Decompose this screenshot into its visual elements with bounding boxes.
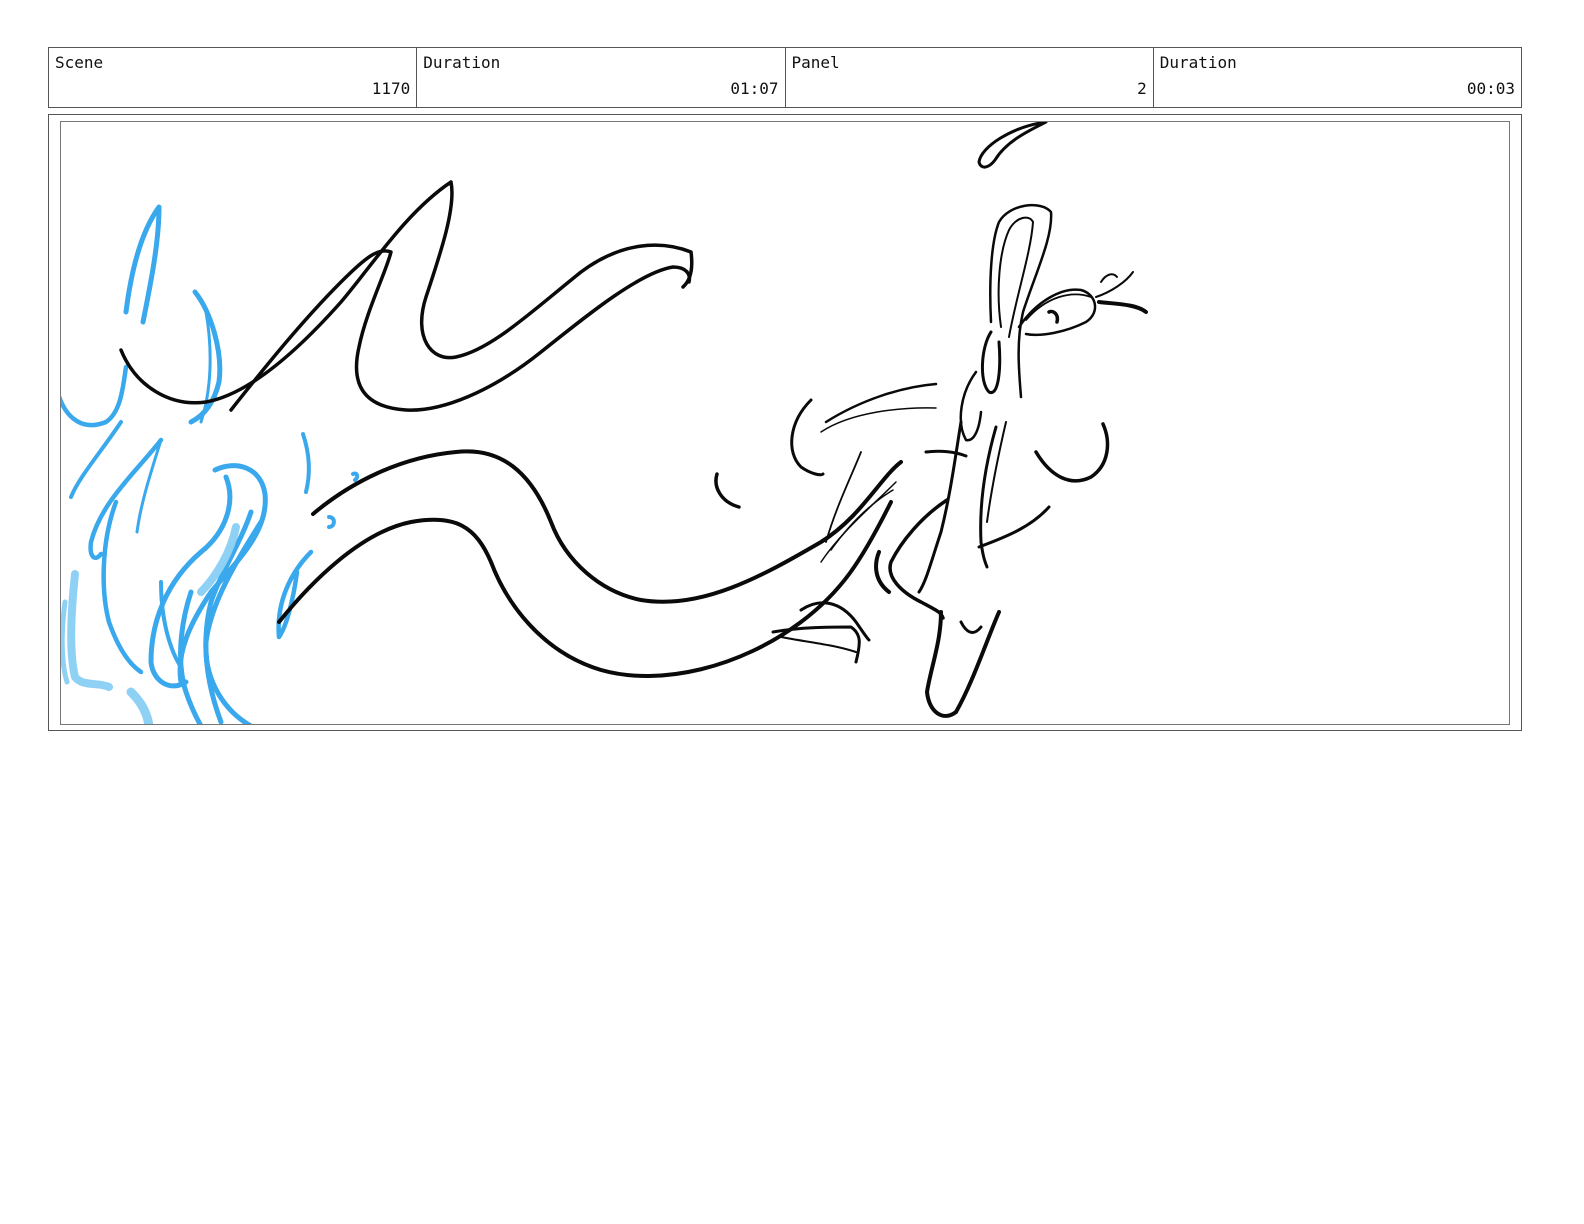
flame-stroke bbox=[159, 580, 183, 669]
flame-stroke-light bbox=[61, 599, 70, 685]
storyboard-panel bbox=[60, 121, 1510, 725]
blue-flames bbox=[61, 204, 360, 724]
head-stroke bbox=[1097, 300, 1148, 314]
scene-duration-label: Duration bbox=[423, 53, 501, 72]
head-stroke bbox=[1100, 273, 1118, 283]
scene-number: 1170 bbox=[371, 79, 411, 98]
flame-stroke bbox=[351, 471, 360, 482]
panel-number: 2 bbox=[1137, 79, 1147, 98]
panel-cell: Panel 2 bbox=[786, 48, 1154, 107]
panel-sketch bbox=[61, 122, 1148, 724]
flame-stroke bbox=[61, 364, 129, 428]
head-stroke bbox=[959, 370, 983, 442]
flame-stroke bbox=[301, 432, 311, 494]
arm-stroke bbox=[977, 505, 1051, 549]
flame-stroke bbox=[123, 204, 162, 325]
lower-trail-stroke bbox=[825, 451, 862, 543]
motion-mark bbox=[714, 472, 741, 509]
panel-duration-label: Duration bbox=[1159, 53, 1237, 72]
scene-duration-value: 01:07 bbox=[730, 79, 779, 98]
lower-trail-stroke bbox=[277, 500, 893, 678]
upper-trail-stroke bbox=[229, 249, 692, 412]
flame-stroke bbox=[327, 515, 336, 529]
scene-cell: Scene 1170 bbox=[49, 48, 418, 107]
scene-label: Scene bbox=[55, 53, 104, 72]
head-stroke bbox=[1017, 288, 1097, 337]
panel-label: Panel bbox=[791, 53, 840, 72]
shoulder-stroke bbox=[924, 449, 968, 458]
storyboard-panel-frame bbox=[48, 114, 1522, 731]
flame-stroke bbox=[101, 499, 144, 675]
hand-stroke bbox=[874, 550, 891, 594]
motion-mark bbox=[824, 382, 938, 424]
foot-stroke bbox=[780, 636, 857, 653]
motion-mark bbox=[820, 407, 937, 433]
top-swoosh bbox=[977, 122, 1048, 169]
flame-stroke bbox=[276, 549, 314, 640]
foot-stroke bbox=[959, 620, 983, 634]
flame-stroke bbox=[69, 420, 123, 499]
panel-duration-cell: Duration 00:03 bbox=[1154, 48, 1521, 107]
eye-mark bbox=[1047, 309, 1060, 324]
character-sketch bbox=[119, 122, 1148, 718]
head-stroke bbox=[980, 330, 1002, 394]
scene-info-header: Scene 1170 Duration 01:07 Panel 2 Durati… bbox=[48, 47, 1522, 108]
arm-stroke bbox=[1034, 422, 1110, 483]
flame-stroke bbox=[88, 437, 164, 560]
arm-stroke bbox=[888, 498, 949, 620]
upper-trail-stroke bbox=[119, 180, 694, 405]
torso-stroke bbox=[986, 421, 1007, 523]
panel-duration-value: 00:03 bbox=[1466, 79, 1515, 98]
motion-mark bbox=[790, 398, 825, 477]
scene-duration-cell: Duration 01:07 bbox=[417, 48, 786, 107]
flame-stroke-light bbox=[126, 687, 154, 724]
